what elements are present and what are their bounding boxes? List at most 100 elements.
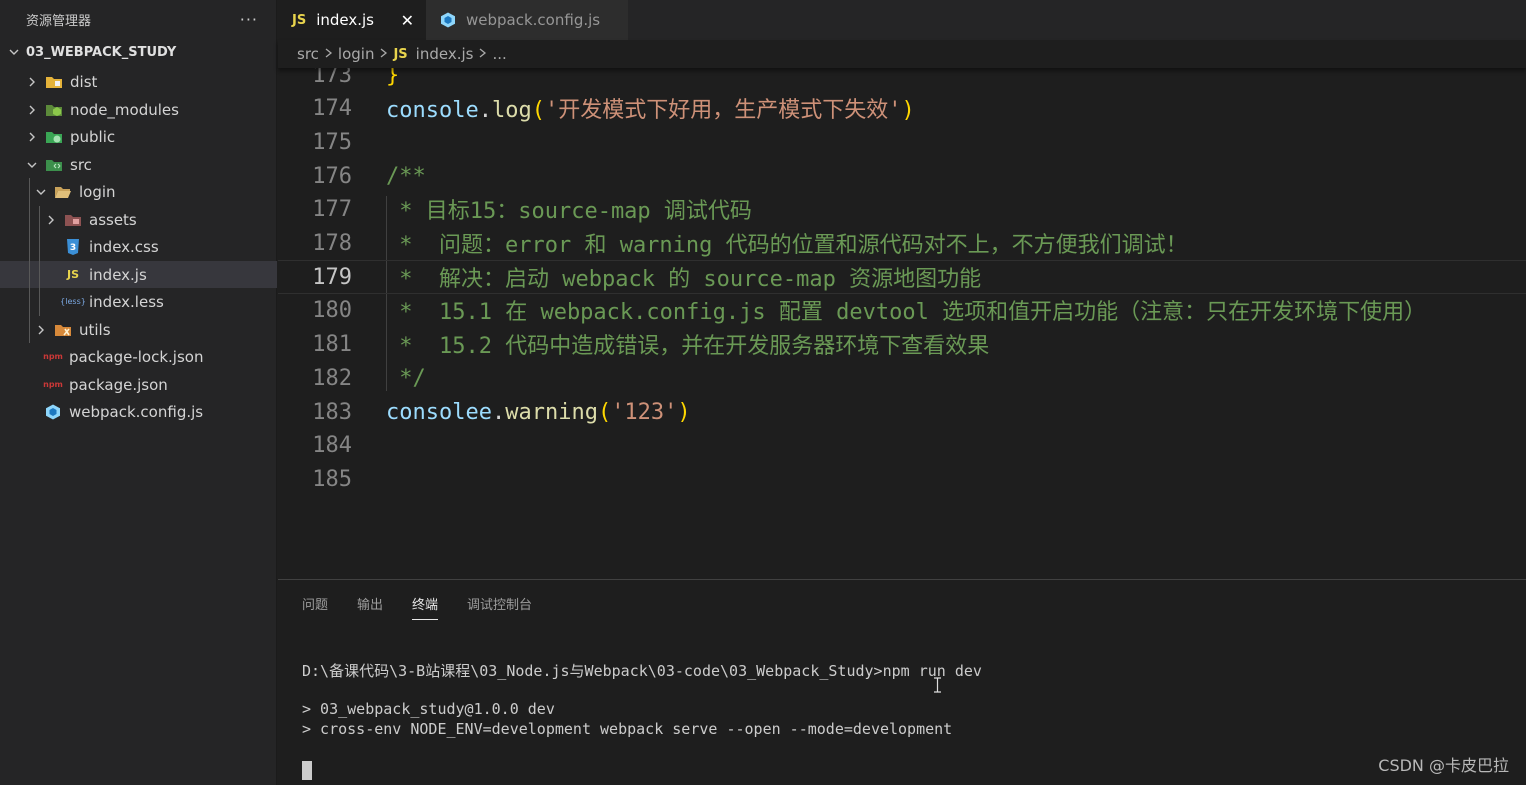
folder-assets-icon (64, 212, 82, 228)
npm-file-icon: npm (43, 380, 63, 389)
line-number: 181 (312, 331, 352, 357)
tree-item-index-less[interactable]: {less} index.less (0, 288, 277, 315)
tree-item-label: webpack.config.js (69, 402, 204, 421)
js-file-icon: JS (393, 46, 408, 62)
code-line: 173 } (278, 68, 1526, 92)
code-line: 185 (278, 462, 1526, 496)
tree-item-index-js[interactable]: JS index.js (0, 261, 277, 288)
tree-item-login[interactable]: login (0, 178, 277, 205)
tree-item-index-css[interactable]: 3 index.css (0, 233, 277, 260)
token-function: log (491, 98, 532, 123)
breadcrumb-item-src[interactable]: src (297, 45, 319, 63)
tree-item-label: package-lock.json (69, 347, 204, 366)
watermark: CSDN @卡皮巴拉 (1378, 756, 1509, 775)
line-number: 178 (312, 230, 352, 256)
line-number: 176 (312, 163, 352, 189)
tree-item-assets[interactable]: assets (0, 206, 277, 233)
tree-item-utils[interactable]: utils (0, 316, 277, 343)
token-string: '开发模式下好用，生产模式下失效' (544, 98, 902, 123)
indent-guide (29, 178, 30, 343)
line-number: 173 (312, 68, 352, 88)
line-number: 180 (312, 297, 352, 323)
folder-public-icon (45, 129, 63, 145)
line-text: } (386, 68, 400, 88)
chevron-right-icon (478, 45, 487, 63)
tree-item-node-modules[interactable]: node_modules (0, 96, 277, 123)
chevron-right-icon (43, 212, 59, 228)
code-editor[interactable]: 173 } 174 console.log('开发模式下好用，生产模式下失效')… (278, 68, 1526, 579)
breadcrumb-item-login[interactable]: login (338, 45, 375, 63)
explorer-sidebar: 资源管理器 ··· 03_WEBPACK_STUDY dist node_mod… (0, 0, 277, 785)
token-object: consolee (386, 399, 492, 425)
folder-node-icon (45, 102, 63, 118)
code-line: 180 * 15.1 在 webpack.config.js 配置 devtoo… (278, 293, 1526, 327)
tab-output[interactable]: 输出 (357, 594, 383, 620)
tab-webpack-config[interactable]: webpack.config.js (426, 0, 628, 40)
tree-item-label: utils (79, 320, 111, 339)
breadcrumb-item-file[interactable]: index.js (416, 45, 474, 63)
tree-item-package-lock[interactable]: npm package-lock.json (0, 343, 277, 370)
line-text: * 解决：启动 webpack 的 source-map 资源地图功能 (386, 267, 982, 292)
token-string: '123' (611, 399, 678, 425)
chevron-right-icon (324, 45, 333, 63)
js-file-icon: JS (292, 12, 307, 28)
line-number: 184 (312, 432, 352, 458)
npm-file-icon: npm (43, 352, 63, 361)
line-text: * 15.1 在 webpack.config.js 配置 devtool 选项… (386, 300, 1427, 325)
code-line: 178 * 问题：error 和 warning 代码的位置和源代码对不上，不方… (278, 226, 1526, 260)
project-root[interactable]: 03_WEBPACK_STUDY (0, 38, 276, 66)
current-code-line: 179 * 解决：启动 webpack 的 source-map 资源地图功能 (278, 260, 1526, 294)
terminal-line: D:\备课代码\3-B站课程\03_Node.js与Webpack\03-cod… (302, 662, 982, 680)
explorer-header: 资源管理器 ··· (0, 0, 276, 38)
indent-guide (39, 206, 40, 316)
line-number: 182 (312, 365, 352, 391)
panel-tabs: 问题 输出 终端 调试控制台 (302, 594, 561, 620)
tree-item-label: public (70, 127, 116, 146)
chevron-right-icon (33, 322, 49, 338)
line-text: */ (386, 365, 426, 391)
close-icon[interactable]: ✕ (401, 11, 414, 30)
tab-label: webpack.config.js (466, 11, 601, 29)
bottom-panel: 问题 输出 终端 调试控制台 D:\备课代码\3-B站课程\03_Node.js… (278, 579, 1526, 785)
code-line: 176 /** (278, 159, 1526, 193)
project-name: 03_WEBPACK_STUDY (26, 44, 177, 60)
more-actions-icon[interactable]: ··· (240, 10, 258, 29)
chevron-down-icon (33, 184, 49, 200)
line-number: 174 (312, 95, 352, 121)
tree-item-label: dist (70, 72, 98, 91)
terminal-line: > 03_webpack_study@1.0.0 dev (302, 700, 555, 718)
line-number: 179 (312, 264, 352, 290)
css-icon-text: 3 (70, 243, 76, 253)
editor-tabs: JS index.js ✕ webpack.config.js (278, 0, 1526, 40)
chevron-right-icon (24, 74, 40, 90)
line-text: * 目标15：source-map 调试代码 (386, 199, 752, 224)
tree-item-label: login (79, 182, 116, 201)
tree-item-dist[interactable]: dist (0, 68, 277, 95)
tab-terminal[interactable]: 终端 (412, 594, 439, 620)
tab-debug-console[interactable]: 调试控制台 (467, 594, 532, 620)
tree-item-webpack-config[interactable]: webpack.config.js (0, 398, 277, 425)
folder-src-icon (45, 157, 63, 173)
tree-item-label: src (70, 155, 92, 174)
line-number: 183 (312, 399, 352, 425)
code-line: 181 * 15.2 代码中造成错误，并在开发服务器环境下查看效果 (278, 327, 1526, 361)
explorer-title: 资源管理器 (26, 13, 92, 29)
tree-item-src[interactable]: src (0, 151, 277, 178)
chevron-right-icon (24, 129, 40, 145)
tree-item-public[interactable]: public (0, 123, 277, 150)
tab-problems[interactable]: 问题 (302, 594, 328, 620)
code-line: 175 (278, 125, 1526, 159)
breadcrumb-item-symbol[interactable]: ... (492, 45, 506, 63)
tree-item-package-json[interactable]: npm package.json (0, 371, 277, 398)
line-text: consolee.warning('123') (386, 400, 691, 425)
tree-item-label: node_modules (70, 100, 179, 119)
token-dot: . (491, 399, 506, 425)
code-line: 177 * 目标15：source-map 调试代码 (278, 192, 1526, 226)
token-paren-close: ) (677, 399, 691, 425)
chevron-down-icon (6, 44, 22, 60)
terminal-cursor (302, 761, 312, 780)
token-dot: . (478, 98, 492, 123)
token-paren-open: ( (597, 399, 612, 425)
line-text: console.log('开发模式下好用，生产模式下失效') (386, 92, 915, 124)
tab-index-js[interactable]: JS index.js ✕ (278, 0, 426, 40)
